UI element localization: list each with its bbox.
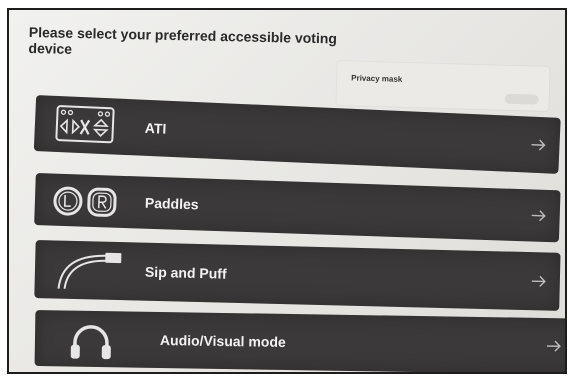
privacy-mask-switch[interactable]	[504, 93, 539, 105]
paddles-icon	[50, 180, 123, 226]
arrow-right-icon	[529, 206, 548, 225]
option-ati-label: ATI	[144, 119, 167, 137]
privacy-mask-label: Privacy mask	[351, 73, 403, 84]
option-sip-and-puff-button[interactable]: Sip and Puff	[34, 240, 561, 311]
arrow-right-icon	[529, 136, 548, 155]
privacy-mask-toggle[interactable]: Privacy mask	[336, 61, 550, 111]
voting-screen: Please select your preferred accessible …	[7, 8, 567, 374]
option-paddles-button[interactable]: Paddles	[34, 173, 561, 243]
option-sip-and-puff-label: Sip and Puff	[144, 263, 227, 282]
headphones-icon	[51, 316, 124, 361]
option-audio-visual-button[interactable]: Audio/Visual mode	[34, 310, 565, 372]
option-audio-visual-label: Audio/Visual mode	[159, 331, 286, 350]
page-title: Please select your preferred accessible …	[28, 24, 338, 57]
photo-frame: Please select your preferred accessible …	[0, 0, 573, 381]
arrow-right-icon	[530, 272, 548, 290]
sip-and-puff-icon	[50, 246, 123, 292]
arrow-right-icon	[545, 337, 563, 355]
ati-keypad-icon	[50, 102, 124, 149]
option-paddles-label: Paddles	[144, 194, 199, 213]
